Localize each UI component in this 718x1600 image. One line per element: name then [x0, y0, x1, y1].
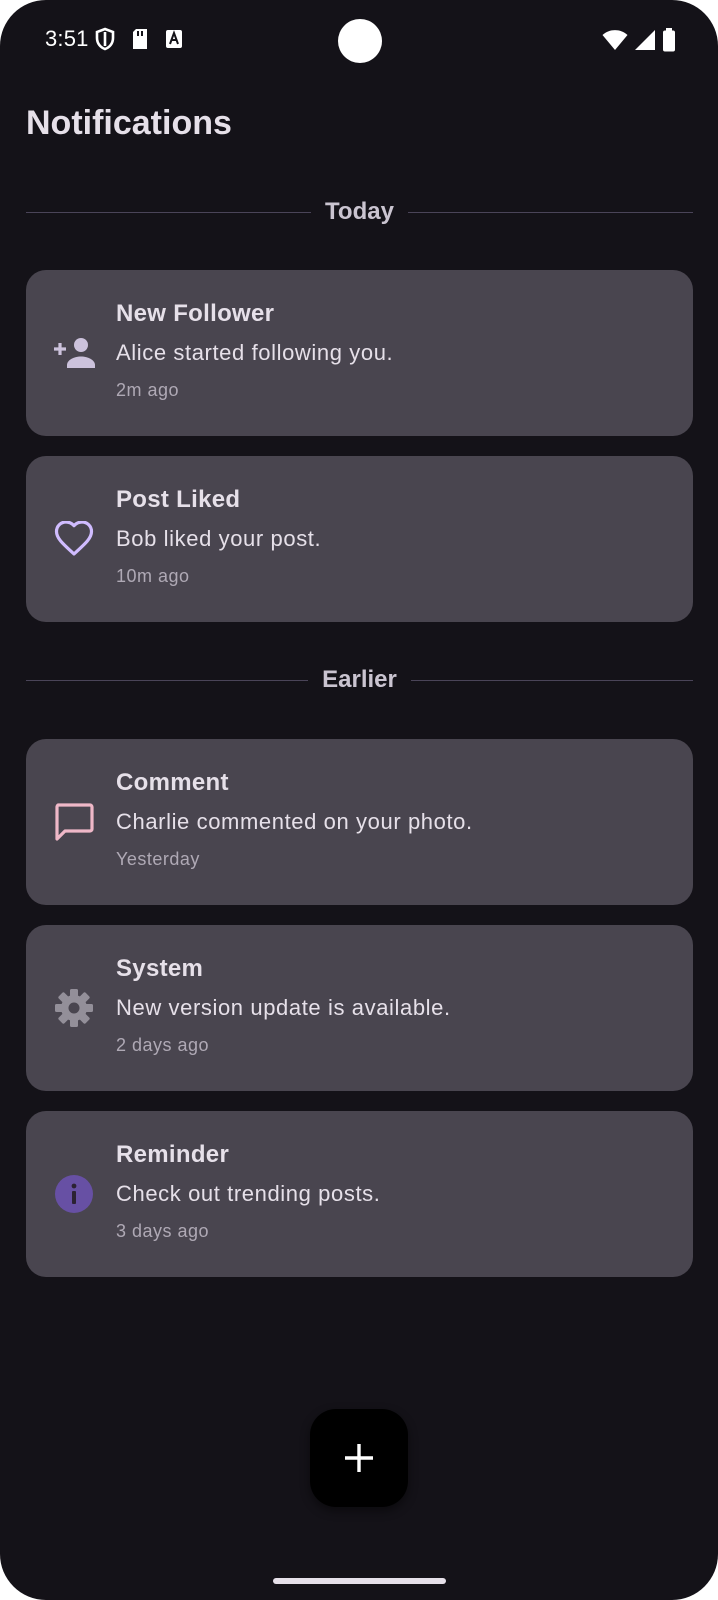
gear-icon — [52, 988, 96, 1028]
status-bar: 3:51 — [0, 0, 718, 84]
notification-title: System — [116, 955, 204, 982]
notification-message: New version update is available. — [116, 995, 451, 1020]
notification-message: Bob liked your post. — [116, 526, 322, 551]
status-time: 3:51 — [45, 26, 89, 51]
notification-card-reminder[interactable]: Reminder Check out trending posts. 3 day… — [26, 1111, 693, 1277]
notification-card-new-follower[interactable]: New Follower Alice started following you… — [26, 270, 693, 436]
divider-line — [26, 211, 312, 213]
notification-card-comment[interactable]: Comment Charlie commented on your photo.… — [26, 739, 693, 905]
home-indicator[interactable] — [273, 1578, 446, 1584]
notification-time: 2 days ago — [116, 1035, 210, 1055]
section-label: Today — [325, 198, 394, 225]
divider-line — [410, 679, 693, 681]
heart-outline-icon — [52, 519, 96, 559]
notifications-screen: 3:51 Notifications Today New Follower Al… — [0, 0, 718, 1600]
section-header-earlier: Earlier — [26, 660, 693, 700]
battery-icon — [662, 28, 676, 52]
notification-time: 2m ago — [116, 380, 180, 400]
notification-time: Yesterday — [116, 849, 200, 869]
status-icons-left — [95, 27, 183, 51]
notification-title: New Follower — [116, 300, 275, 327]
chat-bubble-icon — [52, 802, 96, 842]
section-header-today: Today — [26, 192, 693, 232]
notification-time: 3 days ago — [116, 1221, 210, 1241]
status-icons-right — [602, 28, 676, 52]
notification-message: Charlie commented on your photo. — [116, 809, 473, 834]
notification-time: 10m ago — [116, 566, 190, 586]
notification-title: Reminder — [116, 1141, 230, 1168]
info-icon — [52, 1174, 96, 1214]
sd-card-icon — [131, 28, 149, 50]
notification-message: Check out trending posts. — [116, 1181, 381, 1206]
section-label: Earlier — [322, 666, 397, 693]
text-a-icon — [165, 29, 183, 49]
person-add-icon — [52, 333, 96, 373]
notification-title: Post Liked — [116, 486, 241, 513]
divider-line — [26, 679, 309, 681]
divider-line — [407, 211, 693, 213]
wifi-icon — [602, 29, 628, 51]
cell-signal-icon — [634, 29, 656, 51]
add-fab-button[interactable] — [310, 1409, 408, 1507]
camera-cutout — [338, 19, 382, 63]
notification-card-system[interactable]: System New version update is available. … — [26, 925, 693, 1091]
plus-icon — [343, 1442, 375, 1474]
page-title: Notifications — [26, 104, 232, 142]
shield-icon — [95, 27, 115, 51]
notification-title: Comment — [116, 769, 229, 796]
notification-message: Alice started following you. — [116, 340, 394, 365]
notification-card-post-liked[interactable]: Post Liked Bob liked your post. 10m ago — [26, 456, 693, 622]
